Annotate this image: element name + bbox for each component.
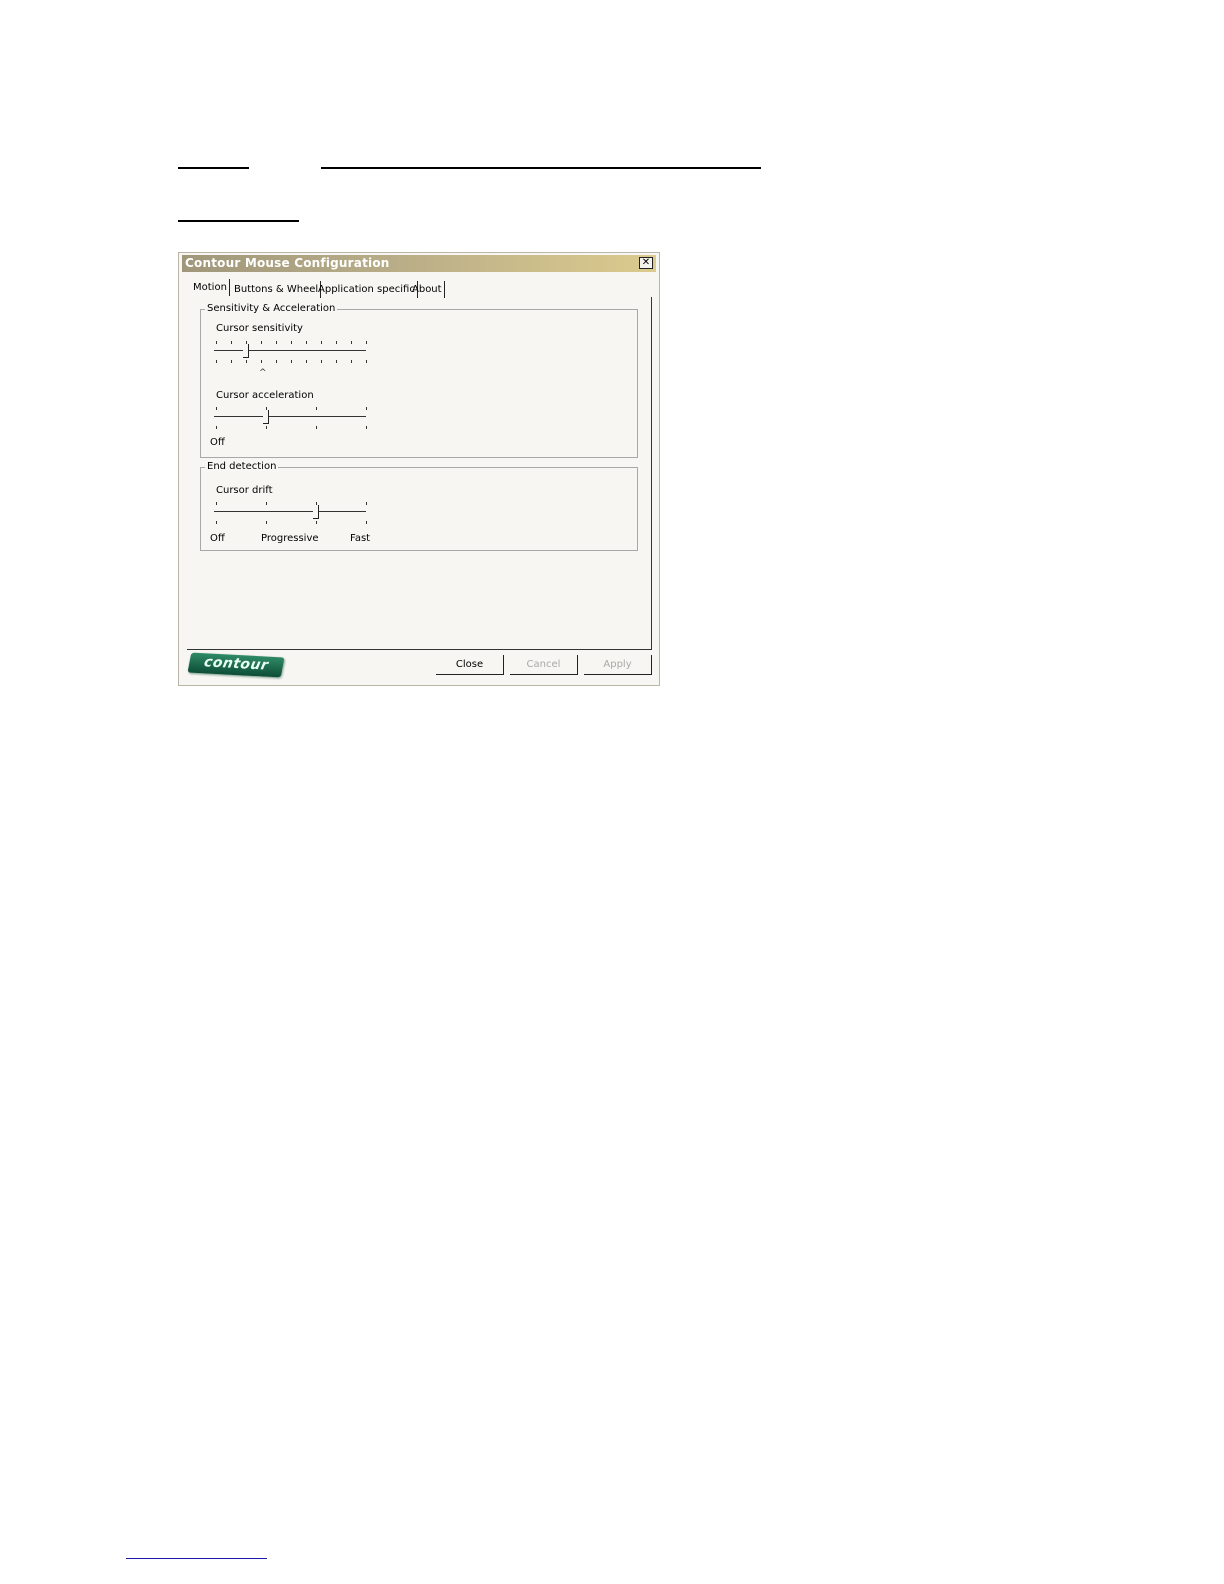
tab-about-label: About xyxy=(412,284,442,295)
slider-tick xyxy=(231,341,232,344)
cursor-acceleration-label: Cursor acceleration xyxy=(216,390,314,401)
group-title-sensitivity: Sensitivity & Acceleration xyxy=(205,303,338,314)
slider-tick xyxy=(261,341,262,344)
default-marker-icon: ^ xyxy=(259,368,267,378)
tab-buttons-wheel[interactable]: Buttons & Wheel xyxy=(232,281,322,298)
slider-tick xyxy=(366,426,367,429)
contour-logo-text: contour xyxy=(202,654,270,674)
cursor-drift-label: Cursor drift xyxy=(216,485,273,496)
slider-tick xyxy=(321,341,322,344)
slider-tick xyxy=(316,521,317,524)
slider-tick xyxy=(351,341,352,344)
slider-tick xyxy=(366,521,367,524)
slider-tick xyxy=(276,341,277,344)
slider-tick xyxy=(231,360,232,363)
title-bar[interactable]: Contour Mouse Configuration ✕ xyxy=(182,255,656,272)
slider-tick xyxy=(266,426,267,429)
close-button[interactable]: Close xyxy=(436,655,504,675)
acceleration-off-label: Off xyxy=(210,437,225,448)
contour-logo: contour xyxy=(187,652,285,678)
slider-tick xyxy=(306,360,307,363)
tab-application-specific-label: Application specific xyxy=(318,284,415,295)
tab-about[interactable]: About xyxy=(410,281,445,298)
heading-underline-long xyxy=(321,167,761,169)
cursor-sensitivity-label: Cursor sensitivity xyxy=(216,323,303,334)
end-detection-group: End detection Cursor drift Off Progressi… xyxy=(200,461,638,551)
sensitivity-acceleration-group: Sensitivity & Acceleration Cursor sensit… xyxy=(200,303,638,458)
slider-tick xyxy=(291,341,292,344)
slider-tick xyxy=(336,341,337,344)
tab-motion-label: Motion xyxy=(193,282,227,293)
tab-buttons-wheel-label: Buttons & Wheel xyxy=(234,284,319,295)
slider-thumb[interactable] xyxy=(313,505,319,519)
tab-motion[interactable]: Motion xyxy=(191,279,230,296)
cursor-acceleration-slider[interactable] xyxy=(214,406,368,434)
slider-tick xyxy=(366,407,367,410)
cursor-drift-slider[interactable] xyxy=(214,501,368,529)
cursor-sensitivity-slider[interactable] xyxy=(214,339,368,367)
tab-panel-bottom-edge xyxy=(187,649,652,650)
cursor-sensitivity-track xyxy=(214,350,366,351)
tab-panel-right-edge xyxy=(651,297,652,649)
slider-tick xyxy=(216,426,217,429)
cursor-drift-track xyxy=(214,511,366,512)
slider-tick xyxy=(351,360,352,363)
slider-tick xyxy=(366,360,367,363)
slider-tick xyxy=(216,407,217,410)
cancel-button[interactable]: Cancel xyxy=(510,655,578,675)
drift-off-label: Off xyxy=(210,533,225,544)
slider-tick xyxy=(216,502,217,505)
subheading-underline xyxy=(178,220,299,222)
slider-tick xyxy=(266,502,267,505)
slider-tick xyxy=(366,341,367,344)
slider-tick xyxy=(216,341,217,344)
drift-fast-label: Fast xyxy=(350,533,371,544)
slider-tick xyxy=(321,360,322,363)
group-title-end-detection: End detection xyxy=(205,461,279,472)
tab-application-specific[interactable]: Application specific xyxy=(316,281,418,298)
close-icon[interactable]: ✕ xyxy=(639,257,653,269)
drift-progressive-label: Progressive xyxy=(261,533,319,544)
slider-tick xyxy=(336,360,337,363)
slider-tick xyxy=(266,521,267,524)
slider-thumb[interactable] xyxy=(243,344,249,358)
slider-tick xyxy=(246,360,247,363)
slider-tick xyxy=(316,426,317,429)
cursor-acceleration-track xyxy=(214,416,366,417)
config-dialog: Contour Mouse Configuration ✕ Motion But… xyxy=(178,252,660,686)
slider-thumb[interactable] xyxy=(263,410,269,424)
slider-tick xyxy=(366,502,367,505)
slider-tick xyxy=(291,360,292,363)
slider-tick xyxy=(316,407,317,410)
slider-tick xyxy=(216,360,217,363)
slider-tick xyxy=(261,360,262,363)
apply-button[interactable]: Apply xyxy=(584,655,652,675)
slider-tick xyxy=(276,360,277,363)
heading-underline-short xyxy=(178,167,249,169)
slider-tick xyxy=(306,341,307,344)
slider-tick xyxy=(216,521,217,524)
window-title: Contour Mouse Configuration xyxy=(185,256,390,270)
footnote-separator xyxy=(126,1558,267,1559)
